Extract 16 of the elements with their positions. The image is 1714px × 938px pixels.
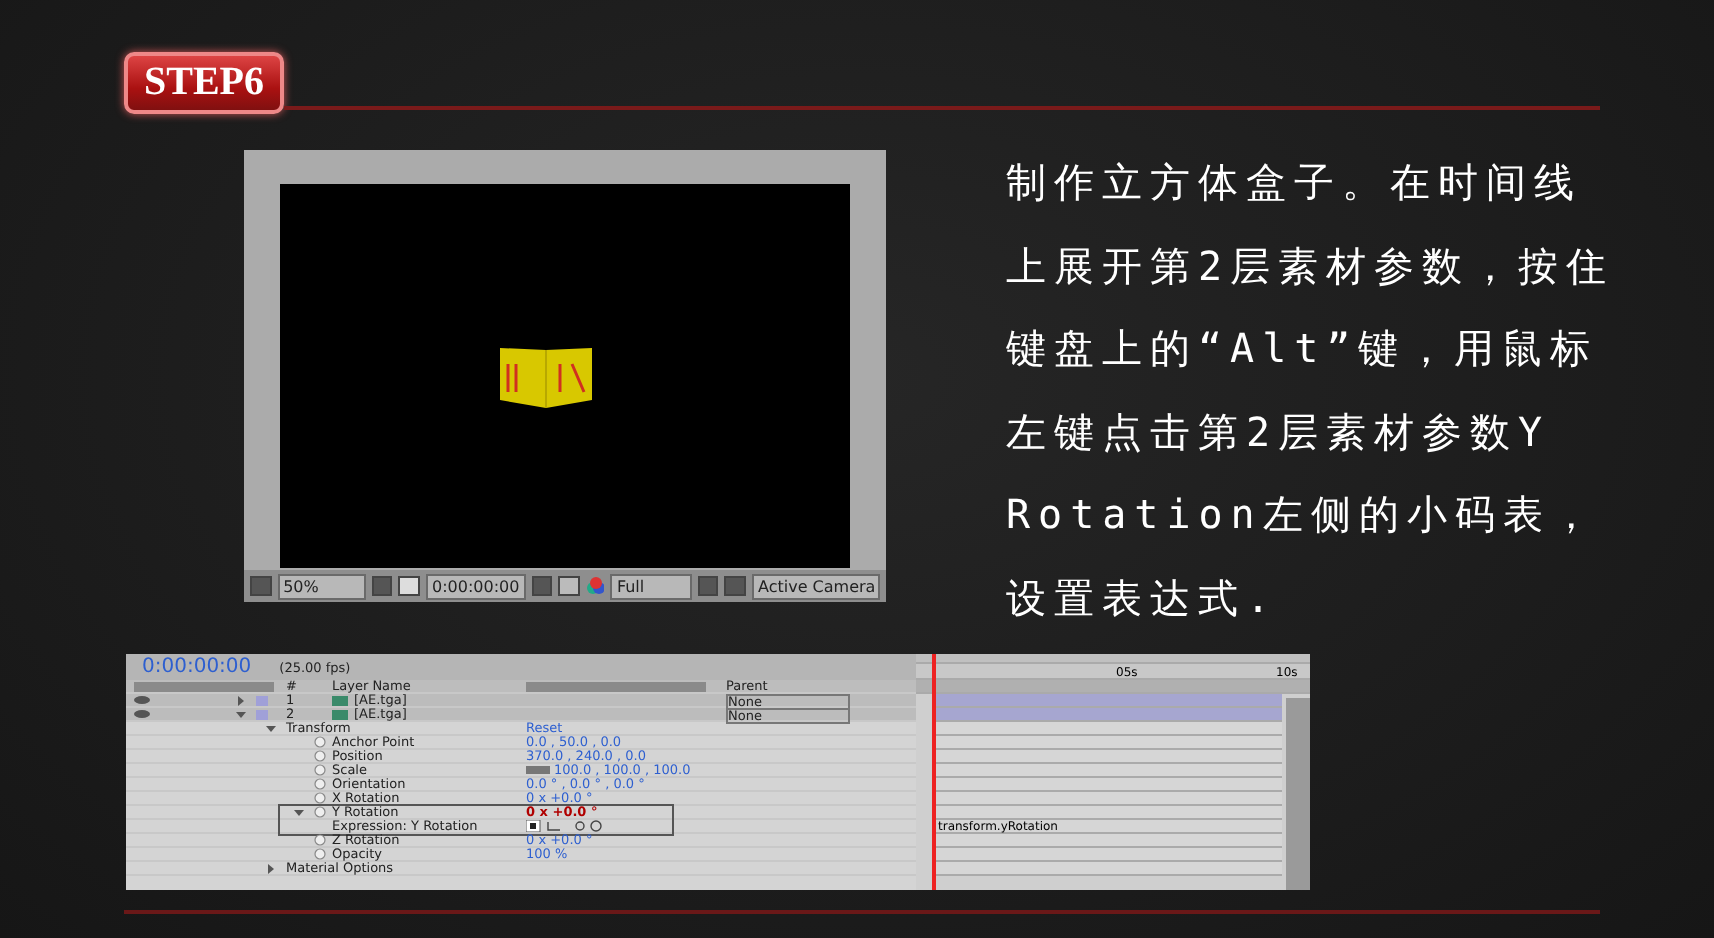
- cube-drawing: [499, 344, 591, 408]
- zoom-dropdown[interactable]: 50%: [277, 573, 366, 599]
- expression-tools-icon[interactable]: [526, 820, 606, 832]
- timecode-field[interactable]: 0:00:00:00: [425, 573, 526, 599]
- instruction-paragraph: 制作立方体盒子。在时间线上展开第2层素材参数，按住键盘上的“Alt”键，用鼠标左键点击第2层素材参数Y Rotation左侧的小码表，设置表达式.: [1006, 156, 1616, 625]
- scrollbar[interactable]: [1286, 698, 1310, 890]
- zoom-slider-bar[interactable]: [916, 680, 1310, 694]
- timeline-timecode[interactable]: 0:00:00:00: [142, 656, 252, 678]
- step-badge: STEP6: [124, 52, 285, 114]
- disclosure-icon[interactable]: [294, 807, 304, 817]
- disclosure-icon[interactable]: [266, 863, 276, 873]
- layer-disclosure-icon[interactable]: [236, 695, 246, 705]
- camera-dropdown[interactable]: Active Camera: [752, 573, 880, 599]
- layer-disclosure-icon[interactable]: [236, 709, 246, 719]
- resolution-dropdown[interactable]: Full: [610, 573, 692, 599]
- color-channels-icon[interactable]: [585, 576, 605, 596]
